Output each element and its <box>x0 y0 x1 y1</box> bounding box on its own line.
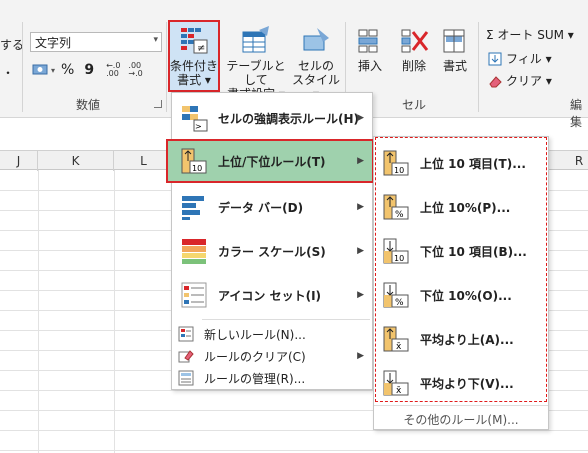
number-group-label: 数値 <box>76 98 101 112</box>
format-label: 書式 <box>442 59 467 73</box>
conditional-formatting-label-1: 条件付き <box>170 59 219 73</box>
format-cells-icon <box>440 26 470 56</box>
menu-item-label: 上位/下位ルール(T) <box>218 154 326 169</box>
menu-item-clear-rules[interactable]: ルールのクリア(C) ▶ <box>172 345 372 367</box>
submenu-highlight-frame <box>375 137 547 402</box>
increase-decimal-button[interactable]: ←.0 .00 <box>106 62 120 78</box>
insert-label: 挿入 <box>357 59 382 73</box>
conditional-formatting-label-2: 書式 ▾ <box>177 73 211 87</box>
clipped-label-top: する <box>0 38 25 52</box>
group-separator <box>478 22 479 112</box>
delete-button[interactable]: 削除 <box>394 22 434 92</box>
group-separator <box>166 22 167 112</box>
percent-style-button[interactable]: % <box>61 62 74 78</box>
comma-style-button[interactable]: 9 <box>84 62 94 78</box>
format-as-table-label-1: テーブルとして <box>226 59 286 87</box>
menu-item-top-bottom-rules[interactable]: 10 上位/下位ルール(T) ▶ <box>166 139 374 183</box>
menu-item-manage-rules[interactable]: ルールの管理(R)... <box>172 367 372 389</box>
accounting-format-button[interactable] <box>32 63 50 77</box>
clear-label: クリア ▾ <box>506 74 552 88</box>
format-button[interactable]: 書式 <box>436 22 474 92</box>
number-format-buttons: ▾ % 9 ←.0 .00 .00 →.0 <box>32 62 143 78</box>
eraser-icon <box>178 348 194 364</box>
gridline <box>0 430 588 431</box>
format-as-table-button[interactable]: テーブルとして 書式設定 ▾ <box>222 22 290 101</box>
menu-item-label: アイコン セット(I) <box>218 288 322 303</box>
clear-button[interactable]: クリア ▾ <box>488 72 552 89</box>
column-header-j[interactable]: J <box>0 151 38 171</box>
submenu-arrow-icon: ▶ <box>357 246 364 256</box>
menu-item-color-scales[interactable]: カラー スケール(S) ▶ <box>172 229 372 273</box>
conditional-formatting-button[interactable]: ≠ 条件付き 書式 ▾ <box>168 20 220 92</box>
menu-item-label: セルの強調表示ルール(H) <box>218 111 360 126</box>
cell-styles-button[interactable]: セルの スタイル ▾ <box>290 22 342 101</box>
menu-item-label: データ バー(D) <box>218 200 304 215</box>
top-bottom-rules-icon: 10 <box>180 147 208 175</box>
currency-icon <box>32 64 48 75</box>
fill-label: フィル ▾ <box>506 52 552 66</box>
gridline <box>114 170 115 453</box>
cell-styles-icon <box>301 26 331 56</box>
menu-item-more-rules[interactable]: その他のルール(M)... <box>374 409 548 429</box>
submenu-arrow-icon: ▶ <box>357 202 364 212</box>
menu-item-label: ルールの管理(R)... <box>204 371 306 386</box>
color-scales-icon <box>180 237 208 265</box>
menu-item-highlight-cells-rules[interactable]: > セルの強調表示ルール(H) ▶ <box>172 97 372 139</box>
svg-text:≠: ≠ <box>197 43 205 54</box>
column-header-r[interactable]: R <box>570 151 588 171</box>
submenu-arrow-icon: ▶ <box>357 290 364 300</box>
column-header-k[interactable]: K <box>38 151 114 171</box>
decrease-decimal-button[interactable]: .00 →.0 <box>128 62 142 78</box>
number-format-select[interactable]: 文字列 ▾ <box>30 32 162 52</box>
fill-button[interactable]: フィル ▾ <box>488 50 552 67</box>
data-bars-icon <box>180 193 208 221</box>
menu-item-label: その他のルール(M)... <box>403 412 519 427</box>
cell-styles-label-1: セルの <box>297 59 334 73</box>
submenu-arrow-icon: ▶ <box>357 113 364 123</box>
chevron-down-icon: ▾ <box>153 35 158 45</box>
submenu-arrow-icon: ▶ <box>357 351 364 361</box>
table-format-icon <box>241 26 271 56</box>
gridline <box>0 450 588 451</box>
autosum-label: Σ オート SUM ▾ <box>486 28 574 42</box>
conditional-formatting-menu: > セルの強調表示ルール(H) ▶ 10 上位/下位ルール(T) ▶ データ バ… <box>166 92 374 390</box>
menu-item-icon-sets[interactable]: アイコン セット(I) ▶ <box>172 273 372 317</box>
menu-item-label: カラー スケール(S) <box>218 244 326 259</box>
icon-sets-icon <box>180 281 208 309</box>
menu-separator <box>202 319 370 320</box>
delete-label: 削除 <box>401 59 426 73</box>
submenu-arrow-icon: ▶ <box>357 156 364 166</box>
insert-cells-icon <box>355 26 385 56</box>
svg-text:10: 10 <box>192 164 202 173</box>
clipped-label-mid: ・ <box>2 66 15 80</box>
gridline <box>38 170 39 453</box>
editing-group-label: 編集 <box>570 98 583 129</box>
menu-separator <box>374 405 548 406</box>
group-separator <box>22 22 23 112</box>
delete-cells-icon <box>399 26 429 56</box>
insert-button[interactable]: 挿入 <box>350 22 390 92</box>
menu-item-data-bars[interactable]: データ バー(D) ▶ <box>172 185 372 229</box>
menu-item-label: 新しいルール(N)... <box>204 327 306 342</box>
eraser-icon <box>489 75 502 87</box>
new-rule-icon <box>178 326 194 342</box>
autosum-button[interactable]: Σ オート SUM ▾ <box>486 26 574 43</box>
dialog-launcher-icon[interactable] <box>154 100 162 108</box>
manage-rules-icon <box>178 370 194 386</box>
highlight-cells-icon: > <box>180 104 208 132</box>
column-header-l[interactable]: L <box>114 151 174 171</box>
svg-text:>: > <box>195 122 202 131</box>
number-format-value: 文字列 <box>35 36 72 50</box>
chevron-down-icon: ▾ <box>51 65 56 75</box>
fill-down-icon <box>488 52 502 65</box>
menu-item-new-rule[interactable]: 新しいルール(N)... <box>172 323 372 345</box>
conditional-formatting-icon: ≠ <box>179 26 209 56</box>
cells-group-label: セル <box>402 98 427 112</box>
menu-item-label: ルールのクリア(C) <box>204 349 306 364</box>
